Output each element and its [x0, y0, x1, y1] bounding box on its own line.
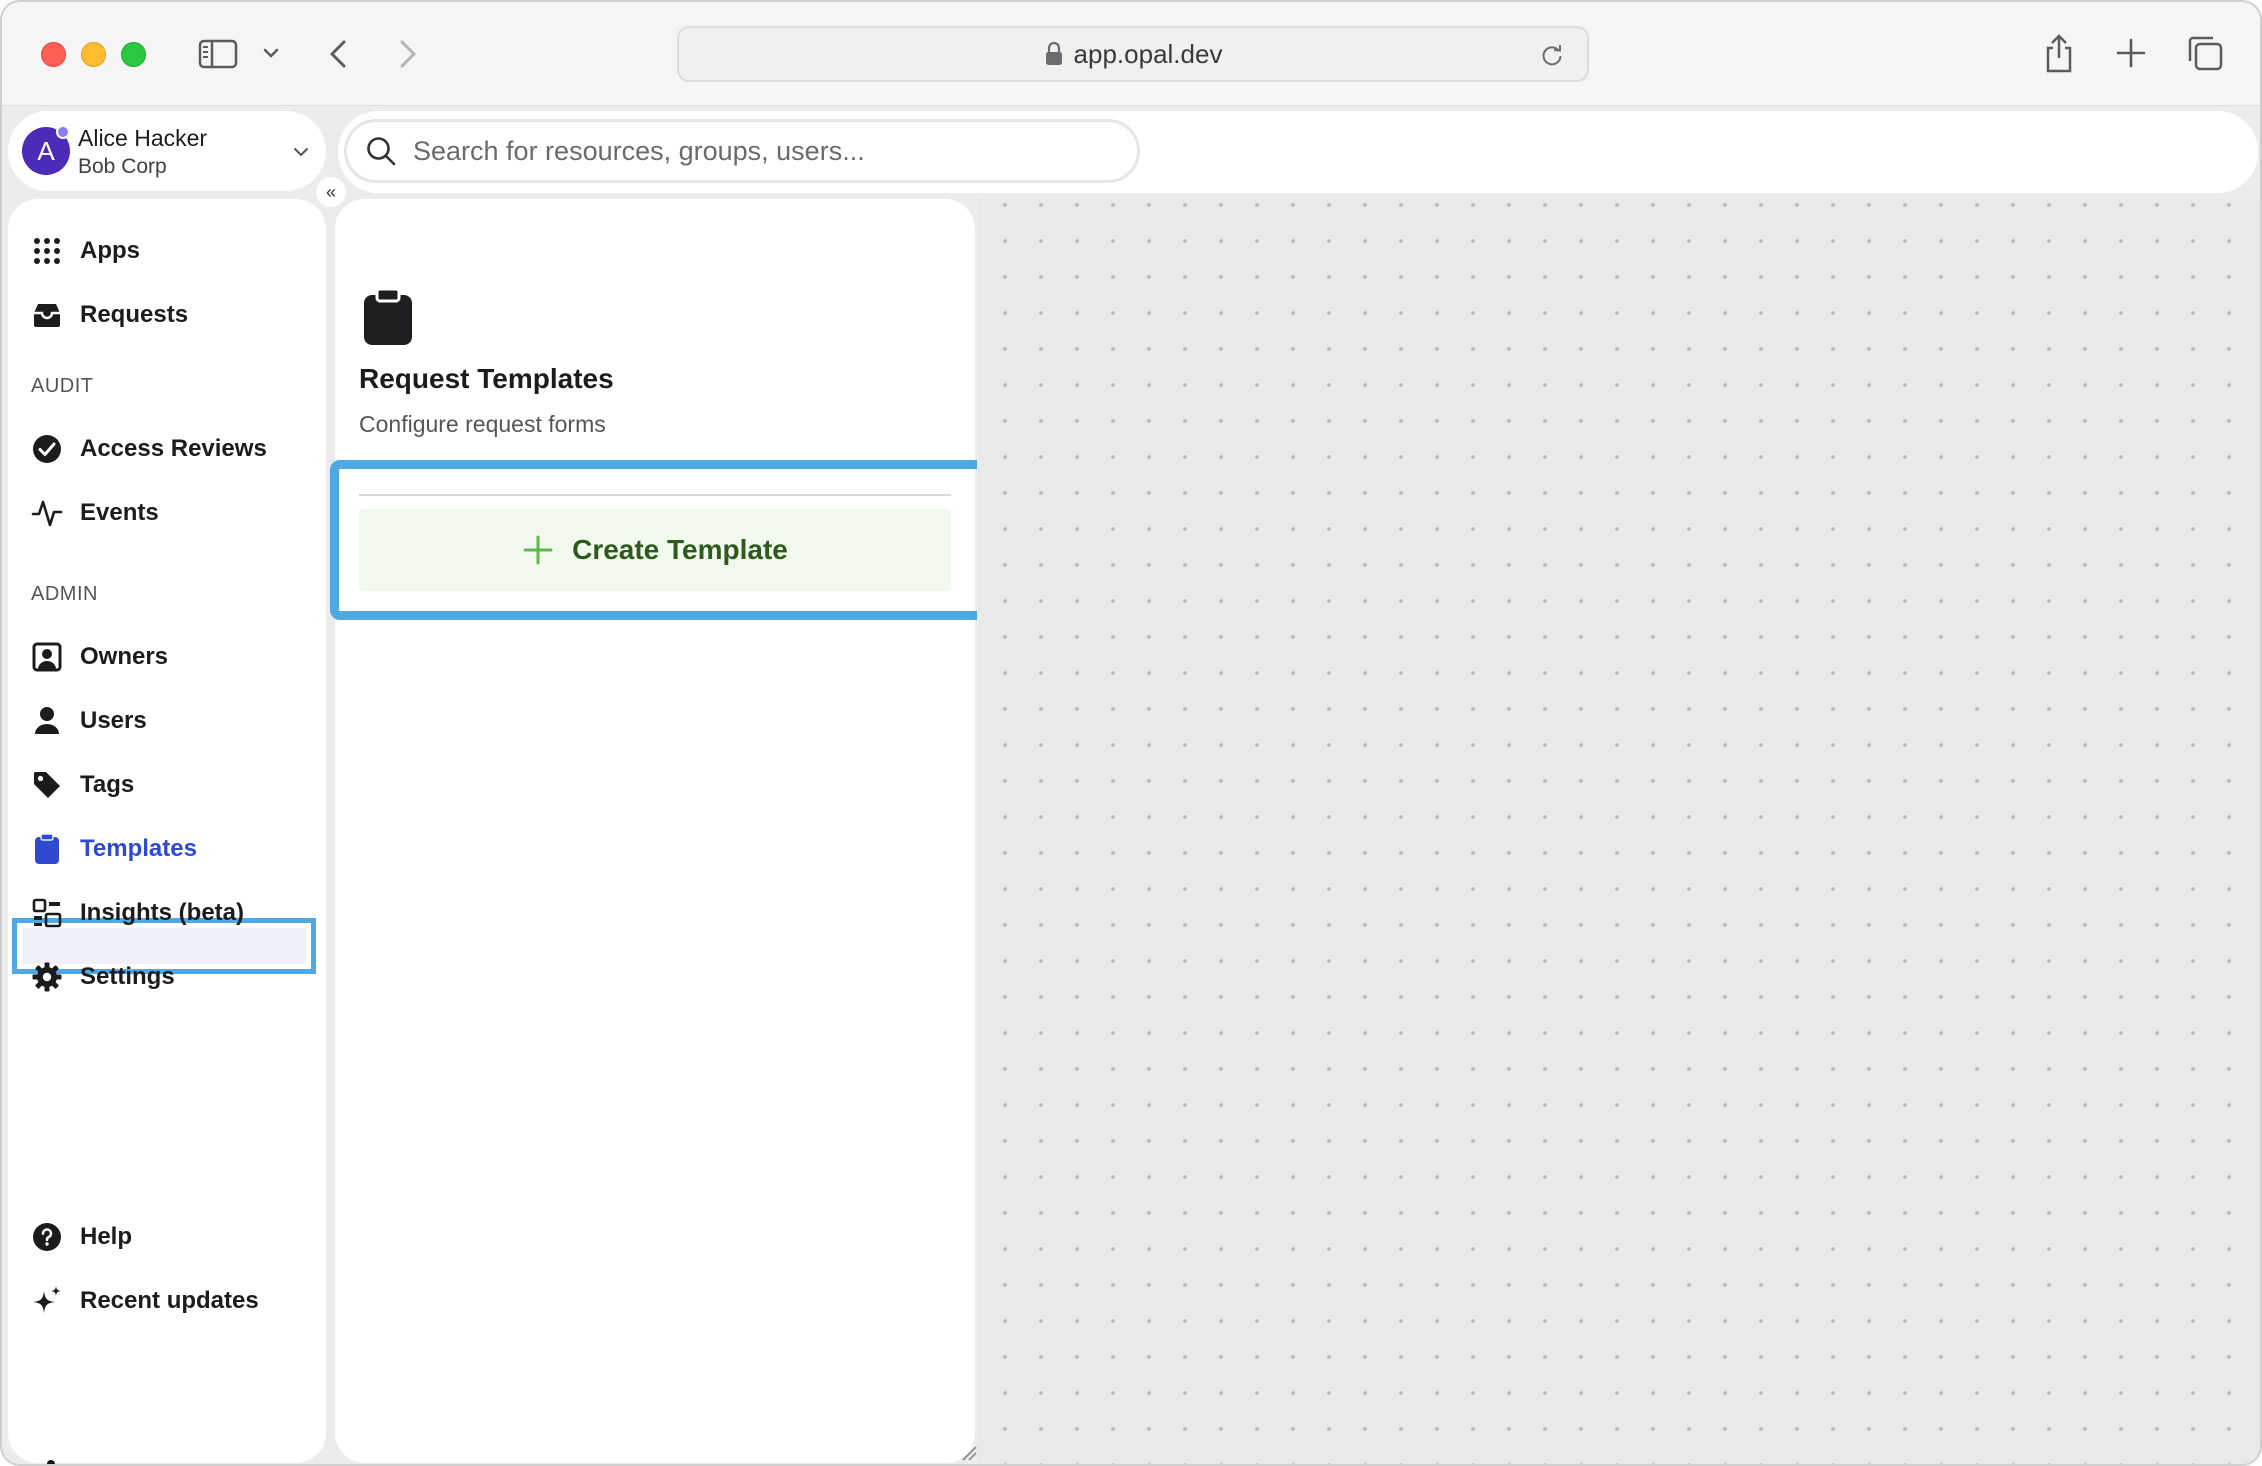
grid-dots-icon	[30, 234, 64, 268]
org-switcher[interactable]: A Alice Hacker Bob Corp	[8, 111, 326, 191]
sidebar-item-label: Tags	[80, 771, 135, 798]
owner-card-icon	[30, 640, 64, 674]
collapse-sidebar-button[interactable]: «	[316, 177, 346, 207]
sidebar-item-recent-updates[interactable]: Recent updates	[30, 1275, 259, 1327]
sidebar-item-requests[interactable]: Requests	[30, 289, 188, 341]
sidebar-item-label: Requests	[80, 301, 189, 328]
sidebar-item-help[interactable]: Help	[30, 1211, 132, 1263]
tag-icon	[30, 768, 64, 802]
sidebar-item-label: Templates	[80, 835, 197, 862]
user-name: Alice Hacker	[78, 125, 208, 151]
section-title-audit: AUDIT	[31, 375, 94, 397]
sidebar-item-label: Users	[80, 707, 147, 734]
back-arrow-icon[interactable]	[324, 36, 352, 72]
detail-canvas	[977, 199, 2260, 1464]
check-circle-icon	[30, 432, 64, 466]
org-name: Bob Corp	[78, 155, 167, 178]
activity-icon	[30, 496, 64, 530]
share-icon[interactable]	[2042, 32, 2076, 74]
lock-icon	[1045, 41, 1062, 65]
sidebar-item-events[interactable]: Events	[30, 487, 159, 539]
browser-window: app.opal.dev A Alice Hacker Bob Corp Sea…	[0, 0, 2262, 1466]
sidebar-item-settings[interactable]: Settings	[30, 951, 175, 1003]
sidebar-toggle-icon[interactable]	[198, 38, 238, 70]
templates-panel: Request Templates Configure request form…	[335, 199, 977, 1463]
sidebar-item-label: Recent updates	[80, 1287, 259, 1314]
sidebar-item-label: Events	[80, 499, 159, 526]
opal-logo-text: Opal	[88, 1457, 187, 1464]
new-tab-icon[interactable]	[2114, 36, 2148, 70]
sidebar-item-access-reviews[interactable]: Access Reviews	[30, 423, 267, 475]
page-subtitle: Configure request forms	[359, 411, 606, 437]
gear-icon	[30, 960, 64, 994]
chevron-down-icon	[294, 148, 308, 157]
section-title-admin: ADMIN	[31, 583, 98, 605]
sidebar-item-label: Apps	[80, 237, 140, 264]
avatar-status-dot	[56, 125, 70, 139]
divider	[359, 494, 951, 496]
sidebar-item-label: Settings	[80, 963, 175, 990]
user-icon	[30, 704, 64, 738]
plus-icon	[523, 535, 553, 565]
resize-handle-icon[interactable]	[959, 1443, 977, 1461]
help-circle-icon	[30, 1220, 64, 1254]
opal-logo-mark-icon	[47, 1460, 55, 1464]
sparkle-icon	[30, 1284, 64, 1318]
sidebar-item-insights[interactable]: Insights (beta)	[30, 887, 244, 939]
sidebar-item-label: Owners	[80, 643, 169, 670]
sidebar-item-apps[interactable]: Apps	[30, 225, 140, 277]
sidebar-item-templates[interactable]: Templates	[30, 823, 197, 875]
zoom-window-button[interactable]	[121, 42, 146, 67]
sidebar: Apps Requests AUDIT Access Reviews Event…	[8, 199, 326, 1464]
app-area: A Alice Hacker Bob Corp «	[2, 107, 2260, 1464]
sidebar-item-tags[interactable]: Tags	[30, 759, 134, 811]
sidebar-item-label: Access Reviews	[80, 435, 267, 462]
create-template-button[interactable]: Create Template	[359, 509, 951, 591]
browser-toolbar: app.opal.dev	[2, 2, 2260, 106]
tab-overview-icon[interactable]	[2186, 34, 2224, 72]
sidebar-item-label: Insights (beta)	[80, 899, 245, 926]
minimize-window-button[interactable]	[81, 42, 106, 67]
url-text: app.opal.dev	[1073, 38, 1223, 69]
create-template-label: Create Template	[572, 534, 788, 565]
reload-icon[interactable]	[1539, 42, 1565, 68]
sidebar-item-owners[interactable]: Owners	[30, 631, 168, 683]
inbox-icon	[30, 298, 64, 332]
search-box[interactable]	[344, 119, 1140, 183]
opal-logo: Opal	[26, 1457, 187, 1464]
close-window-button[interactable]	[41, 42, 66, 67]
forward-arrow-icon[interactable]	[394, 36, 422, 72]
address-bar[interactable]: app.opal.dev	[677, 26, 1589, 82]
top-search-bar	[338, 111, 2258, 193]
clipboard-icon	[30, 832, 64, 866]
clipboard-icon	[364, 287, 412, 345]
chevron-down-icon[interactable]	[260, 42, 282, 64]
insights-icon	[30, 896, 64, 930]
sidebar-item-label: Help	[80, 1223, 133, 1250]
search-input[interactable]	[413, 135, 1113, 167]
page-title: Request Templates	[359, 363, 614, 394]
sidebar-item-users[interactable]: Users	[30, 695, 147, 747]
search-icon	[367, 137, 396, 166]
